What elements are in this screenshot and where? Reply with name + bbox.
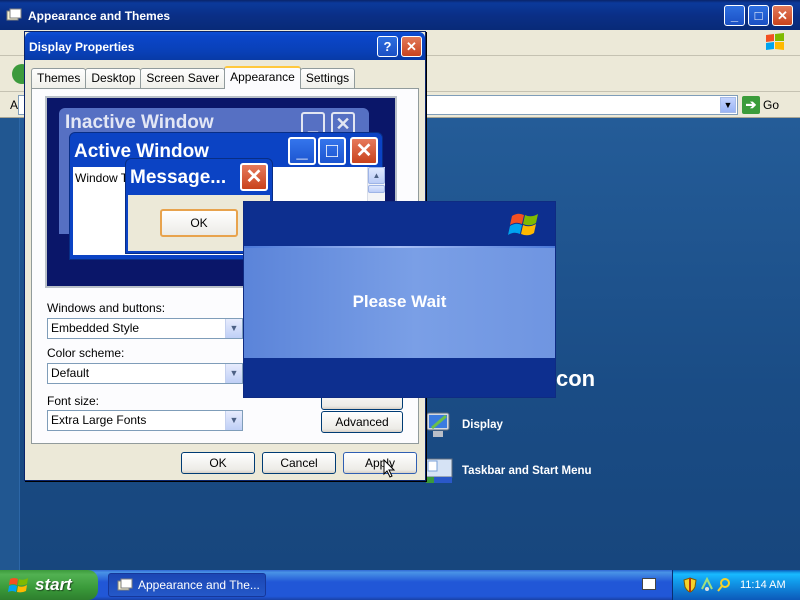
taskbar-start-menu-link[interactable]: Taskbar and Start Menu [424, 456, 592, 486]
arrow-right-icon: ➔ [742, 96, 760, 114]
cancel-button[interactable]: Cancel [262, 452, 336, 474]
taskbar-start-menu-label: Taskbar and Start Menu [462, 465, 592, 477]
close-button[interactable]: ✕ [772, 5, 793, 26]
minimize-icon: _ [288, 137, 316, 165]
explorer-title: Appearance and Themes [28, 9, 171, 23]
please-wait-dialog: Please Wait [243, 201, 556, 398]
folder-icon [117, 578, 133, 591]
network-icon[interactable] [700, 577, 714, 593]
tab-strip: Themes Desktop Screen Saver Appearance S… [31, 66, 356, 89]
font-size-label: Font size: [47, 394, 100, 408]
maximize-icon: □ [318, 137, 346, 165]
message-ok-button-preview: OK [160, 209, 238, 237]
folder-icon [6, 8, 22, 21]
message-box-title: Message... [130, 167, 227, 188]
tab-settings[interactable]: Settings [299, 68, 356, 88]
help-button[interactable]: ? [377, 36, 398, 57]
system-tray: 11:14 AM [672, 570, 800, 600]
address-label: A [10, 98, 19, 112]
chevron-up-icon: ▲ [368, 167, 385, 184]
minimize-button[interactable]: _ [724, 5, 745, 26]
windows-buttons-select[interactable]: Embedded Style ▼ [47, 318, 243, 339]
taskbar-window-label: Appearance and The... [138, 578, 260, 592]
display-label: Display [462, 419, 503, 431]
font-size-value: Extra Large Fonts [51, 413, 147, 427]
display-link[interactable]: Display [424, 410, 503, 440]
dialog-close-button[interactable]: ✕ [401, 36, 422, 57]
display-icon [426, 412, 450, 437]
scroll-thumb [368, 185, 385, 193]
keyboard-icon[interactable] [642, 578, 656, 590]
taskbar-icon [425, 458, 453, 483]
tab-desktop[interactable]: Desktop [85, 68, 142, 88]
color-scheme-label: Color scheme: [47, 346, 125, 360]
chevron-down-icon[interactable]: ▼ [225, 411, 242, 430]
search-icon[interactable] [717, 577, 731, 593]
color-scheme-select[interactable]: Default ▼ [47, 363, 243, 384]
dialog-title-bar[interactable]: Display Properties ? ✕ [25, 32, 425, 60]
close-icon: ✕ [350, 137, 378, 165]
windows-logo-icon [508, 213, 538, 236]
go-label: Go [763, 98, 780, 112]
start-button[interactable]: start [0, 570, 98, 600]
windows-buttons-value: Embedded Style [51, 321, 140, 335]
taskbar: start Appearance and The... 11:14 AM [0, 570, 800, 600]
task-pane [0, 118, 20, 570]
tab-appearance[interactable]: Appearance [224, 66, 301, 89]
windows-logo-icon [8, 578, 28, 593]
maximize-button[interactable]: □ [748, 5, 769, 26]
apply-button[interactable]: Apply [343, 452, 417, 474]
taskbar-window-button[interactable]: Appearance and The... [108, 573, 266, 597]
tab-themes[interactable]: Themes [31, 68, 87, 88]
color-scheme-value: Default [51, 366, 90, 380]
dialog-title: Display Properties [29, 40, 135, 54]
font-size-select[interactable]: Extra Large Fonts ▼ [47, 410, 243, 431]
mouse-cursor-icon [383, 459, 396, 478]
chevron-down-icon[interactable]: ▼ [225, 364, 242, 383]
advanced-button[interactable]: Advanced [321, 411, 403, 433]
chevron-down-icon[interactable]: ▼ [225, 319, 242, 338]
close-icon: ✕ [240, 163, 268, 191]
inactive-window-title: Inactive Window [65, 112, 214, 133]
explorer-title-bar[interactable]: Appearance and Themes _ □ ✕ [0, 0, 800, 30]
security-shield-icon[interactable] [683, 577, 697, 593]
go-button[interactable]: ➔ Go [742, 95, 779, 115]
windows-buttons-label: Windows and buttons: [47, 301, 166, 315]
wait-footer [244, 358, 555, 397]
tab-screen-saver[interactable]: Screen Saver [140, 68, 226, 88]
start-label: start [35, 575, 72, 594]
windows-flag-icon [766, 33, 784, 50]
clock: 11:14 AM [740, 579, 786, 591]
ok-button[interactable]: OK [181, 452, 255, 474]
pick-icon-heading: con [556, 366, 596, 391]
please-wait-text: Please Wait [352, 292, 447, 311]
chevron-down-icon[interactable]: ▼ [720, 97, 736, 113]
